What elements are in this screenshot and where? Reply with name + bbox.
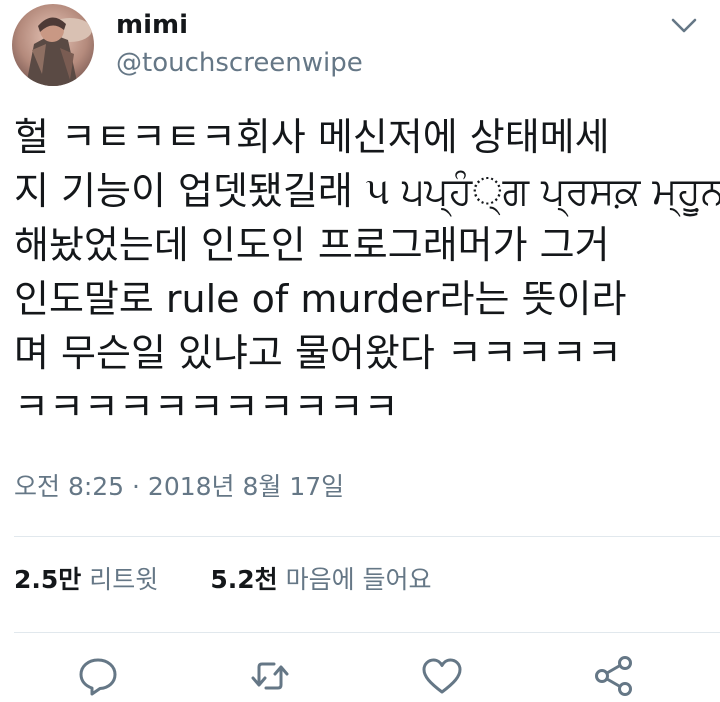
share-icon[interactable] xyxy=(592,654,636,698)
tweet-text: 헐 ㅋㅌㅋㅌㅋ회사 메신저에 상태메세 지 기능이 업뎃됐길래 ૫ ੫ਪ੍ਹੰ੍… xyxy=(14,110,720,434)
tweet-text-line: 지 기능이 업뎃됐길래 ૫ ੫ਪ੍ਹੰ੍ਗ ਪ੍ਰਸਕ਼ ਮ੍ਹੂ਼ਨ xyxy=(14,169,720,213)
tweet-text-line: ㅋㅋㅋㅋㅋㅋㅋㅋㅋㅋㅋ xyxy=(14,385,399,429)
heart-icon[interactable] xyxy=(420,654,464,698)
tweet-text-line: 며 무슨일 있냐고 물어왔다 ㅋㅋㅋㅋㅋ xyxy=(14,331,622,375)
divider xyxy=(14,536,720,537)
author-display-name[interactable]: mimi xyxy=(116,8,188,42)
tweet: mimi @touchscreenwipe 헐 ㅋㅌㅋㅌㅋ회사 메신저에 상태메… xyxy=(0,0,720,702)
retweets-label: 리트윗 xyxy=(89,565,159,594)
likes-label: 마음에 들어요 xyxy=(285,565,432,594)
tweet-timestamp[interactable]: 오전 8:25 · 2018년 8월 17일 xyxy=(14,470,344,504)
avatar[interactable] xyxy=(12,4,94,86)
divider xyxy=(14,632,720,633)
tweet-text-line: 해놨었는데 인도인 프로그래머가 그거 xyxy=(14,223,610,267)
retweet-icon[interactable] xyxy=(248,654,292,698)
retweets-stat[interactable]: 2.5만 리트윗 xyxy=(14,565,158,594)
tweet-text-line: 헐 ㅋㅌㅋㅌㅋ회사 메신저에 상태메세 xyxy=(14,115,610,159)
retweets-count: 2.5만 xyxy=(14,565,82,594)
tweet-stats: 2.5만 리트윗 5.2천 마음에 들어요 xyxy=(14,562,432,598)
likes-count: 5.2천 xyxy=(210,565,278,594)
author-handle[interactable]: @touchscreenwipe xyxy=(116,46,363,80)
tweet-text-line: 인도말로 rule of murder라는 뜻이라 xyxy=(14,277,627,321)
chevron-down-icon[interactable] xyxy=(668,10,700,42)
reply-icon[interactable] xyxy=(76,654,120,698)
likes-stat[interactable]: 5.2천 마음에 들어요 xyxy=(210,565,431,594)
